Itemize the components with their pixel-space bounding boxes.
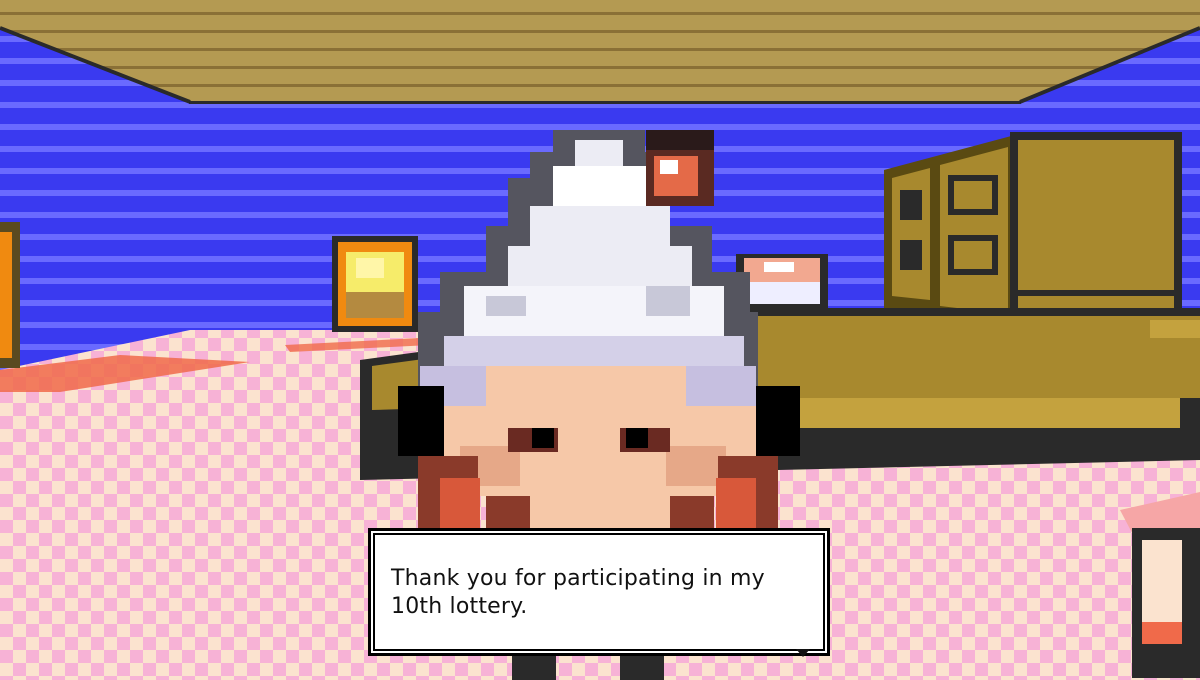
wall-painting	[332, 236, 418, 332]
right-edge-figure	[1120, 492, 1200, 678]
dialog-text: Thank you for participating in my 10th l…	[391, 566, 765, 619]
ceiling	[0, 0, 1200, 102]
triangle-down-icon[interactable]	[796, 649, 810, 657]
dialog-box[interactable]: Thank you for participating in my 10th l…	[368, 528, 830, 657]
